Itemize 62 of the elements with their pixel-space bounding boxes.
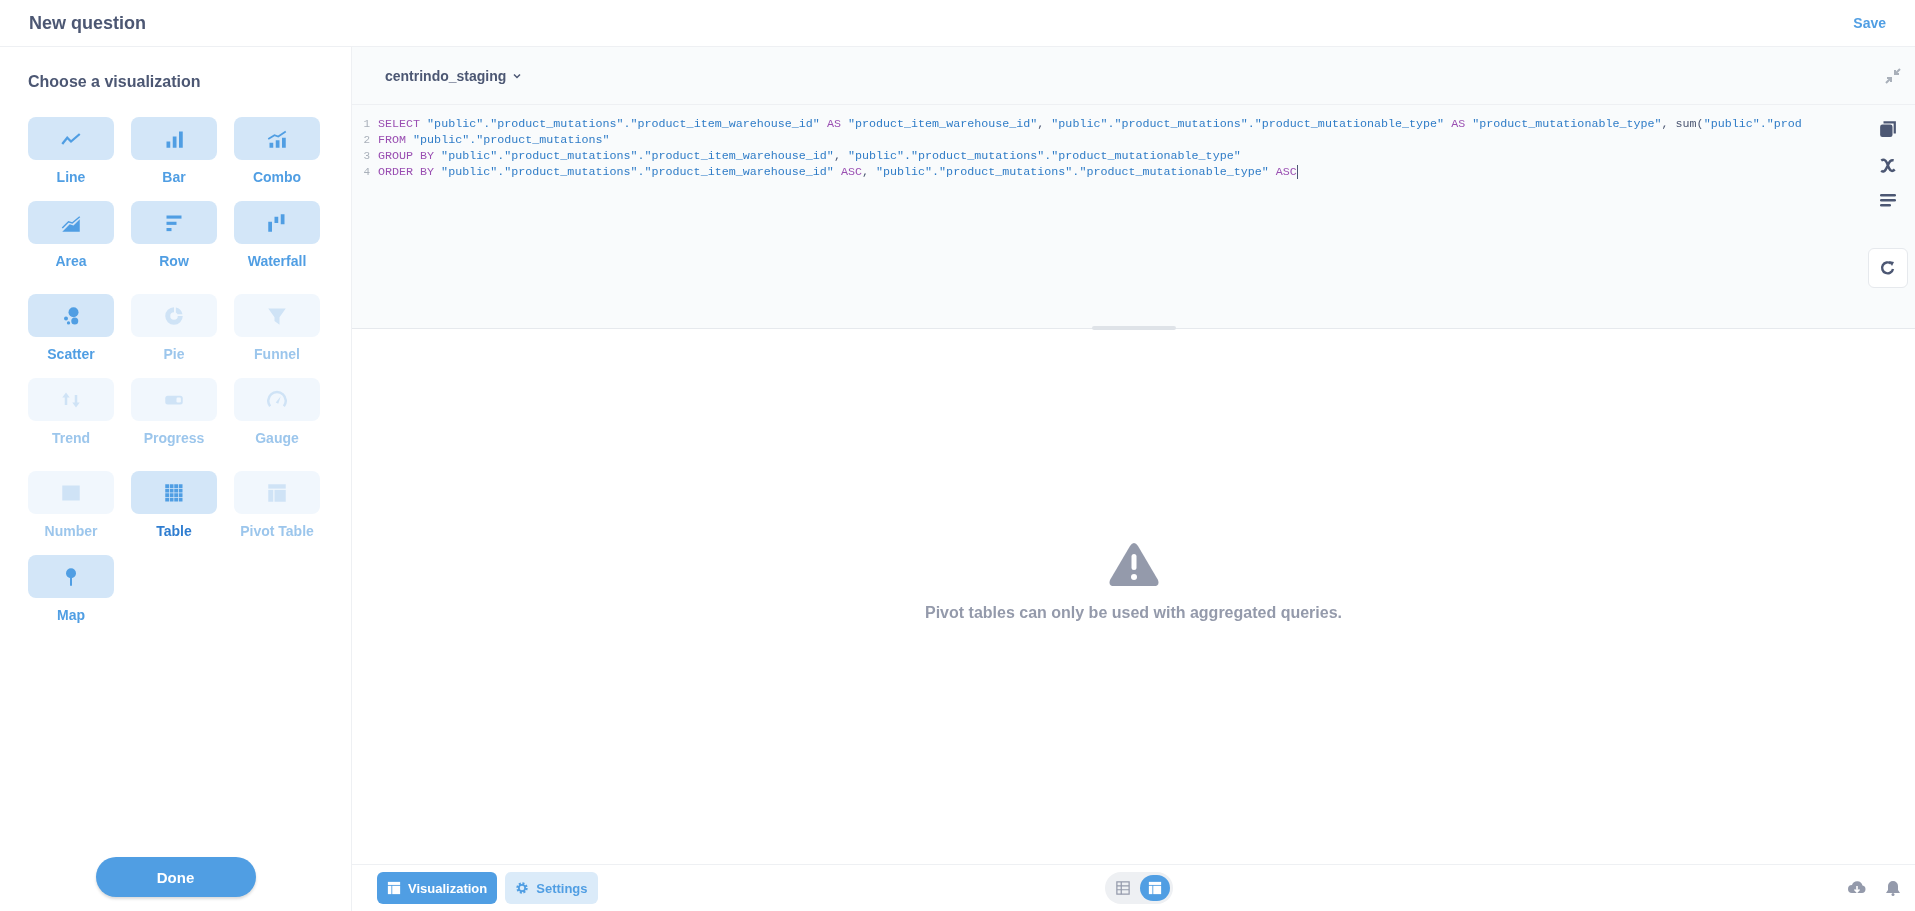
donut-chart-icon [164, 305, 184, 326]
gauge-icon [267, 389, 287, 410]
download-icon[interactable] [1847, 880, 1867, 896]
code-line: GROUP BY "public"."product_mutations"."product_item_warehouse_id", "public"."product_mutations"."product_mutationable_type" [378, 148, 1241, 164]
waterfall-chart-icon [267, 212, 287, 233]
visualization-label: Scatter [47, 346, 95, 362]
save-link[interactable]: Save [1853, 15, 1886, 31]
pivot-table-icon [387, 881, 401, 895]
format-lines-icon[interactable] [1879, 192, 1897, 208]
visualization-label: Row [159, 253, 189, 269]
sidebar-title: Choose a visualization [28, 73, 202, 91]
table-grid-icon [1116, 881, 1130, 895]
visualization-label: Gauge [255, 430, 299, 446]
visualization-label: Area [55, 253, 87, 269]
line-number: 2 [362, 133, 371, 148]
warning-icon [1107, 541, 1160, 586]
code-line: FROM "public"."product_mutations" [378, 132, 610, 148]
empty-state-message: Pivot tables can only be used with aggregated queries. [925, 603, 1342, 622]
visualization-label: Bar [162, 169, 186, 185]
visualization-tile[interactable] [234, 117, 320, 160]
visualization-tile[interactable] [28, 117, 114, 160]
visualization-label: Pie [163, 346, 185, 362]
visualization-label: Progress [143, 430, 205, 446]
visualization-label: Pivot Table [240, 523, 314, 539]
database-picker[interactable]: centrindo_staging [385, 67, 523, 84]
refresh-icon [1880, 260, 1896, 276]
pivot-view-toggle[interactable] [1140, 875, 1170, 901]
pivot-table-icon [1148, 881, 1162, 895]
visualization-label: Map [57, 607, 85, 623]
visualization-tile[interactable] [28, 201, 114, 244]
visualization-tile[interactable] [131, 471, 217, 514]
visualization-label: Trend [51, 430, 91, 446]
line-number: 4 [362, 165, 371, 180]
settings-button[interactable]: Settings [505, 872, 598, 904]
visualization-label: Table [156, 523, 192, 539]
visualization-button[interactable]: Visualization [377, 872, 498, 904]
visualization-tile[interactable] [28, 555, 114, 598]
bell-icon[interactable] [1885, 880, 1901, 896]
visualization-label: Number [44, 523, 98, 539]
scatter-chart-icon [61, 305, 81, 326]
pivot-table-icon [267, 482, 287, 503]
visualization-label: Line [56, 169, 86, 185]
visualization-label: Waterfall [247, 253, 307, 269]
book-icon[interactable] [1879, 120, 1897, 138]
visualization-tile[interactable] [28, 294, 114, 337]
visualization-tile[interactable] [131, 117, 217, 160]
gear-icon [515, 881, 530, 895]
done-button[interactable]: Done [95, 857, 256, 897]
visualization-label: Combo [252, 169, 302, 185]
code-line: ORDER BY "public"."product_mutations"."product_item_warehouse_id" ASC, "public"."product_mutations"."product_mutationable_type" ASC [378, 164, 1298, 180]
page-title: New question [29, 12, 146, 34]
visualization-label: Funnel [254, 346, 300, 362]
collapse-icon[interactable] [1885, 67, 1901, 84]
code-line: SELECT "public"."product_mutations"."product_item_warehouse_id" AS "product_item_warehouse_id", "public"."product_mutations"."product_mutationable_type" AS "product_mutationable_type", sum("public"."prod [378, 116, 1802, 132]
line-number: 1 [362, 117, 371, 132]
line-number: 3 [362, 149, 371, 164]
visualization-tile[interactable] [234, 201, 320, 244]
combo-chart-icon [267, 128, 287, 149]
refresh-button[interactable] [1868, 248, 1908, 288]
visualization-tile[interactable] [131, 201, 217, 244]
variable-icon[interactable] [1879, 156, 1897, 174]
table-grid-icon [164, 482, 184, 503]
